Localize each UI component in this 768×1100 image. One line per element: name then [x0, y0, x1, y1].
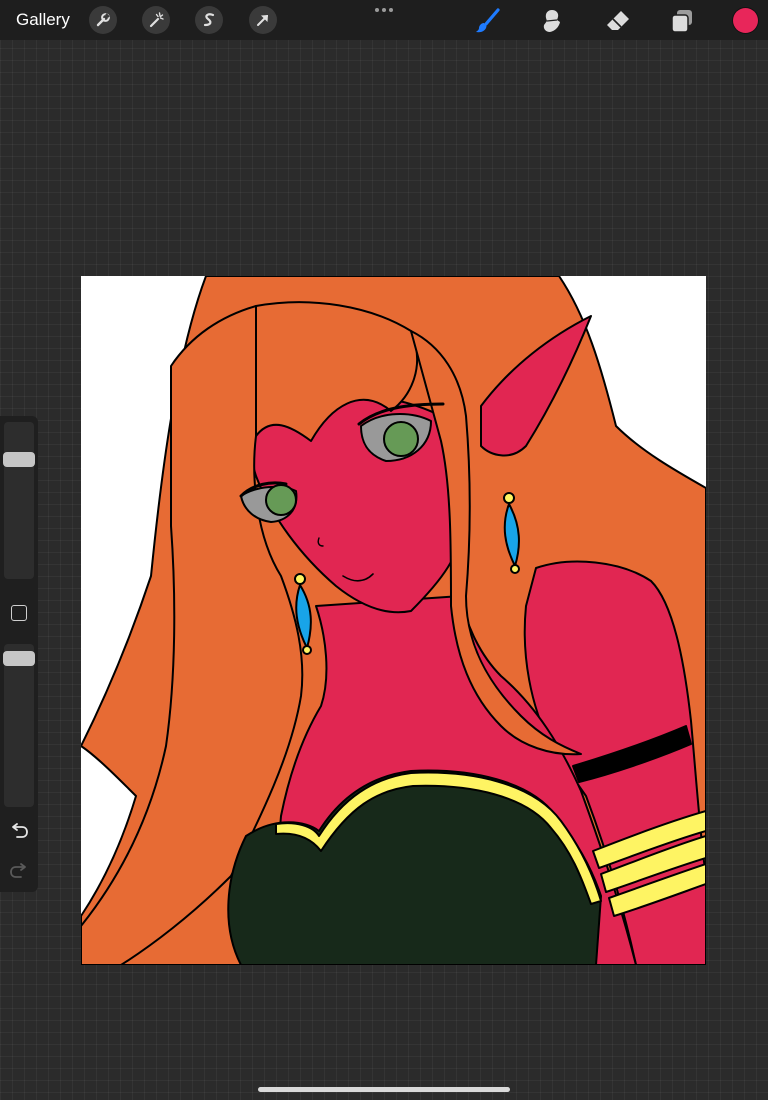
redo-icon[interactable] — [8, 862, 30, 880]
adjustments-button[interactable] — [142, 6, 170, 34]
artwork-illustration — [81, 276, 706, 965]
transform-button[interactable] — [249, 6, 277, 34]
brush-size-slider[interactable] — [3, 422, 35, 579]
selection-s-icon — [203, 13, 215, 27]
left-sidebar — [0, 416, 38, 892]
magic-wand-icon — [149, 12, 164, 28]
home-indicator — [258, 1087, 510, 1092]
brush-opacity-slider[interactable] — [3, 644, 35, 807]
dot-icon — [382, 8, 386, 12]
eraser-icon — [607, 11, 629, 30]
drawing-canvas[interactable] — [81, 276, 706, 965]
transform-arrow-icon — [257, 15, 268, 26]
smudge-icon — [543, 10, 560, 32]
more-options-dots[interactable] — [372, 2, 396, 18]
layers-button[interactable] — [667, 6, 697, 36]
smudge-tool-button[interactable] — [537, 6, 567, 36]
erase-tool-button[interactable] — [603, 6, 633, 36]
layers-icon — [671, 10, 692, 33]
color-swatch-button[interactable] — [733, 8, 758, 33]
undo-icon[interactable] — [8, 822, 30, 840]
actions-wrench-button[interactable] — [89, 6, 117, 34]
paint-tool-button[interactable] — [472, 6, 502, 36]
brush-size-handle[interactable] — [3, 452, 35, 467]
dot-icon — [389, 8, 393, 12]
dot-icon — [375, 8, 379, 12]
wrench-icon — [96, 13, 110, 27]
top-toolbar: Gallery — [0, 0, 768, 40]
brush-icon — [476, 8, 500, 33]
selection-button[interactable] — [195, 6, 223, 34]
brush-opacity-handle[interactable] — [3, 651, 35, 666]
gallery-button[interactable]: Gallery — [16, 10, 70, 30]
modify-button[interactable] — [11, 605, 27, 621]
